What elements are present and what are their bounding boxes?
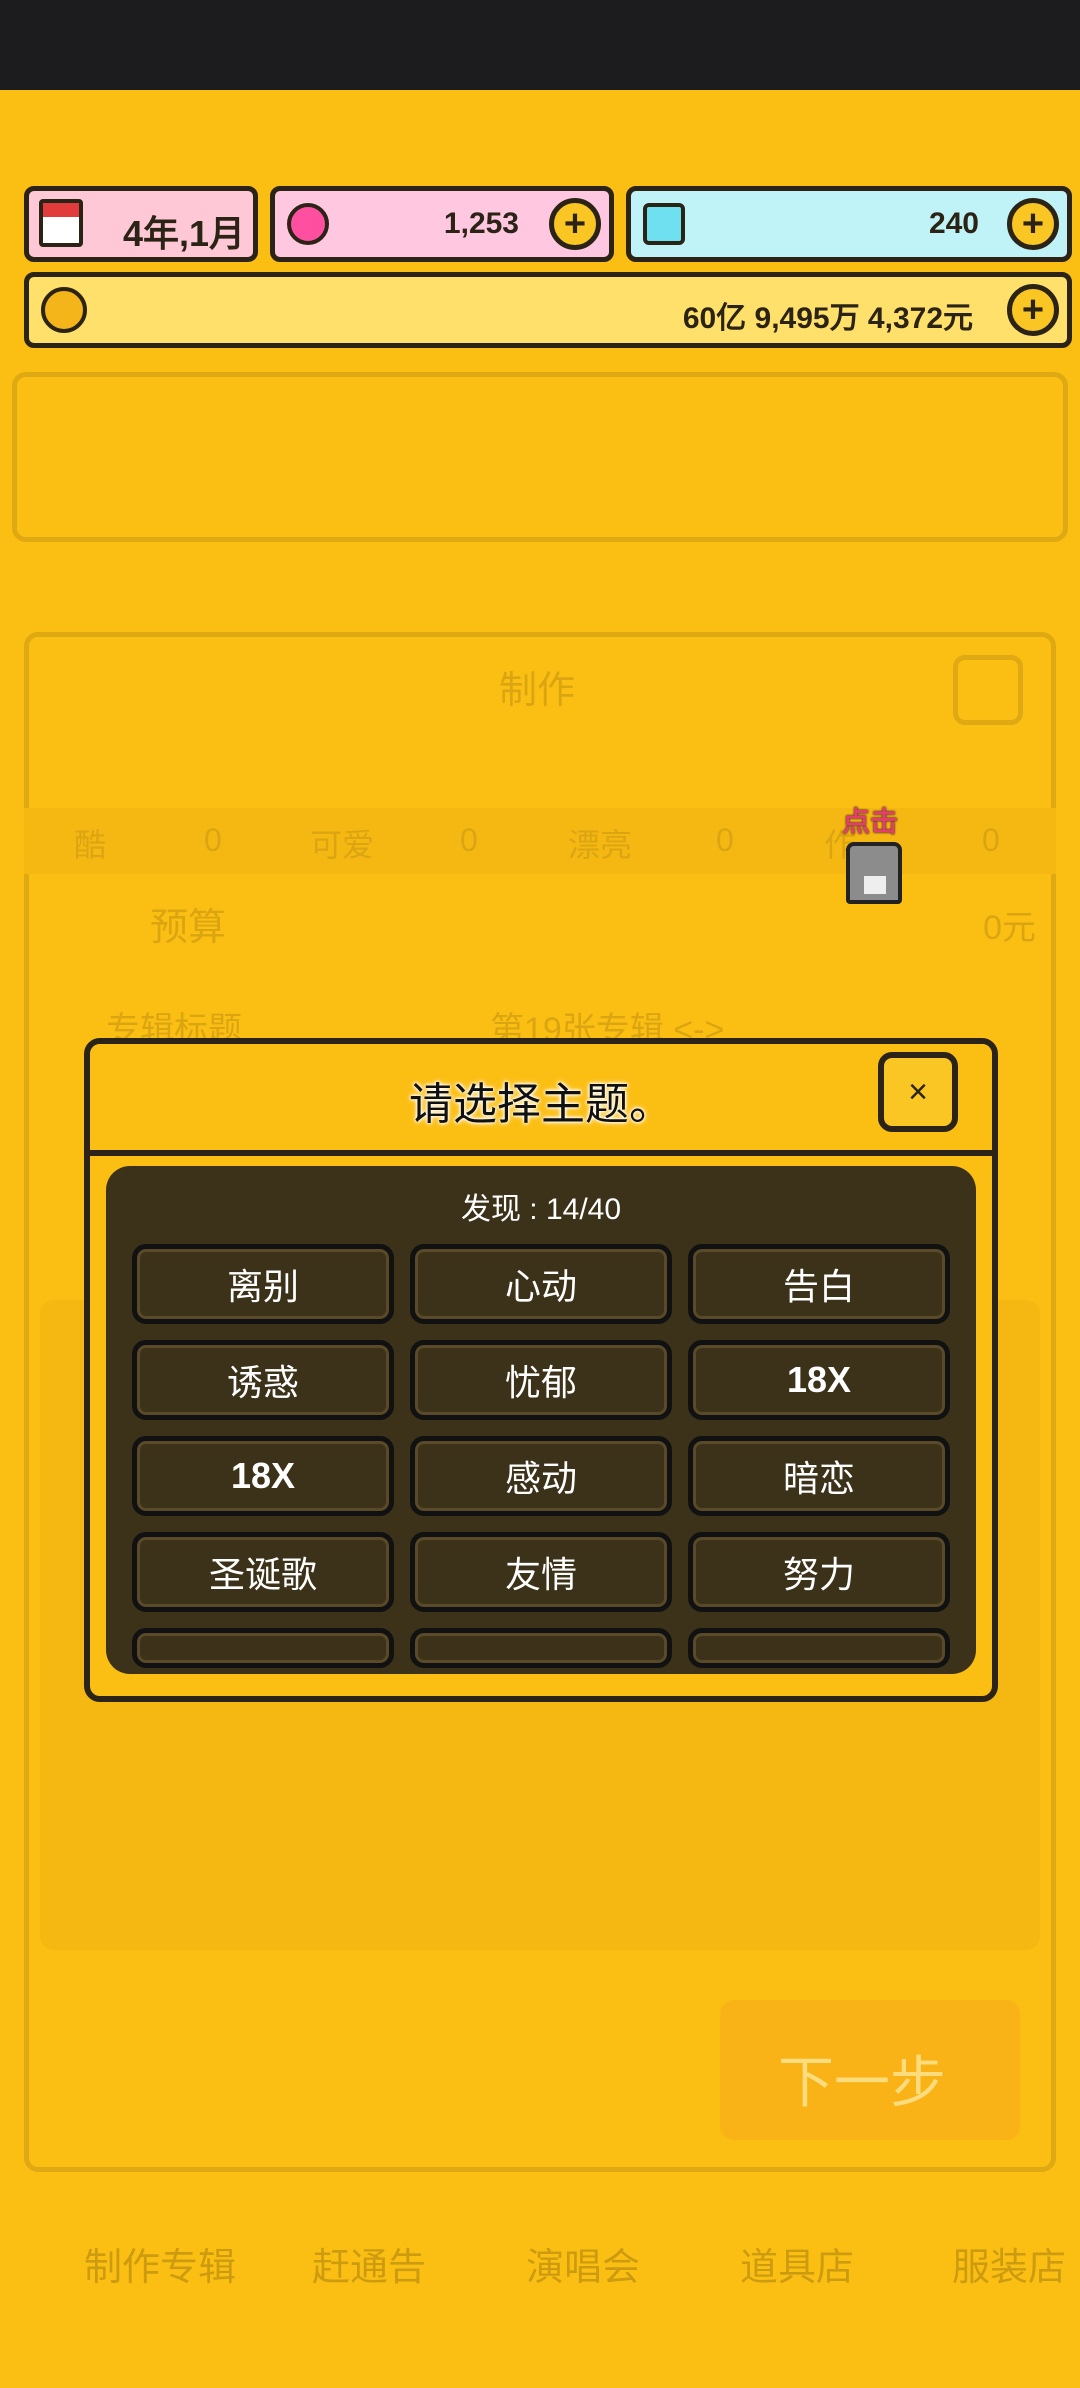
nav-concert: 演唱会 xyxy=(526,2247,641,2289)
menu-tiles xyxy=(12,372,1068,542)
discovered-count: 发现 : 14/40 xyxy=(460,1193,622,1226)
date-display: 4年,1月 xyxy=(24,186,258,262)
nav-clothes-shop: 服装店 xyxy=(952,2247,1067,2289)
status-bar xyxy=(0,0,1080,90)
tap-hint: 点击 xyxy=(842,806,899,837)
nav-item-shop: 道具店 xyxy=(740,2247,855,2289)
bottom-nav: 制作专辑 赶通告 演唱会 道具店 服装店 xyxy=(0,2196,1080,2388)
theme-button[interactable]: 18X xyxy=(688,1340,950,1420)
theme-button[interactable]: 努力 xyxy=(688,1532,950,1612)
close-icon: × xyxy=(908,1072,928,1111)
close-icon xyxy=(953,655,1023,725)
theme-button-partial[interactable] xyxy=(132,1628,394,1668)
close-button[interactable]: × xyxy=(878,1052,958,1132)
theme-button[interactable]: 圣诞歌 xyxy=(132,1532,394,1612)
date-text: 4年,1月 xyxy=(123,213,246,254)
nav-schedule: 赶通告 xyxy=(312,2247,427,2289)
theme-select-modal: 请选择主题。 × 发现 : 14/40 离别 心动 告白 诱惑 忧郁 18X 1… xyxy=(84,1038,998,1702)
coin-icon xyxy=(41,287,87,333)
add-pink-currency-button[interactable]: + xyxy=(549,198,601,250)
theme-button[interactable]: 友情 xyxy=(410,1532,672,1612)
gem-value: 240 xyxy=(928,207,979,240)
add-money-button[interactable]: + xyxy=(1007,284,1059,336)
theme-button[interactable]: 诱惑 xyxy=(132,1340,394,1420)
theme-button[interactable]: 18X xyxy=(132,1436,394,1516)
pink-currency-bar: 1,253 + xyxy=(270,186,614,262)
theme-button[interactable]: 感动 xyxy=(410,1436,672,1516)
pink-gem-icon xyxy=(287,203,329,245)
diamond-icon xyxy=(643,203,685,245)
modal-title: 请选择主题。 xyxy=(409,1080,673,1129)
theme-button-partial[interactable] xyxy=(410,1628,672,1668)
theme-button[interactable]: 离别 xyxy=(132,1244,394,1324)
pink-currency-value: 1,253 xyxy=(443,207,519,240)
produce-title: 制作 xyxy=(499,670,576,712)
theme-button[interactable]: 忧郁 xyxy=(410,1340,672,1420)
calendar-icon xyxy=(39,199,83,247)
theme-button[interactable]: 告白 xyxy=(688,1244,950,1324)
money-value: 60亿 9,495万 4,372元 xyxy=(682,302,973,335)
nav-make-album: 制作专辑 xyxy=(84,2247,237,2289)
theme-button[interactable]: 暗恋 xyxy=(688,1436,950,1516)
cat-mascot-icon[interactable] xyxy=(846,842,902,904)
next-button: 下一步 xyxy=(720,2000,1020,2140)
modal-header: 请选择主题。 × xyxy=(90,1044,992,1156)
theme-button-partial[interactable] xyxy=(688,1628,950,1668)
theme-panel: 发现 : 14/40 离别 心动 告白 诱惑 忧郁 18X 18X 感动 暗恋 … xyxy=(106,1166,976,1674)
add-gems-button[interactable]: + xyxy=(1007,198,1059,250)
theme-button[interactable]: 心动 xyxy=(410,1244,672,1324)
money-bar: 60亿 9,495万 4,372元 + xyxy=(24,272,1072,348)
gem-bar: 240 + xyxy=(626,186,1072,262)
